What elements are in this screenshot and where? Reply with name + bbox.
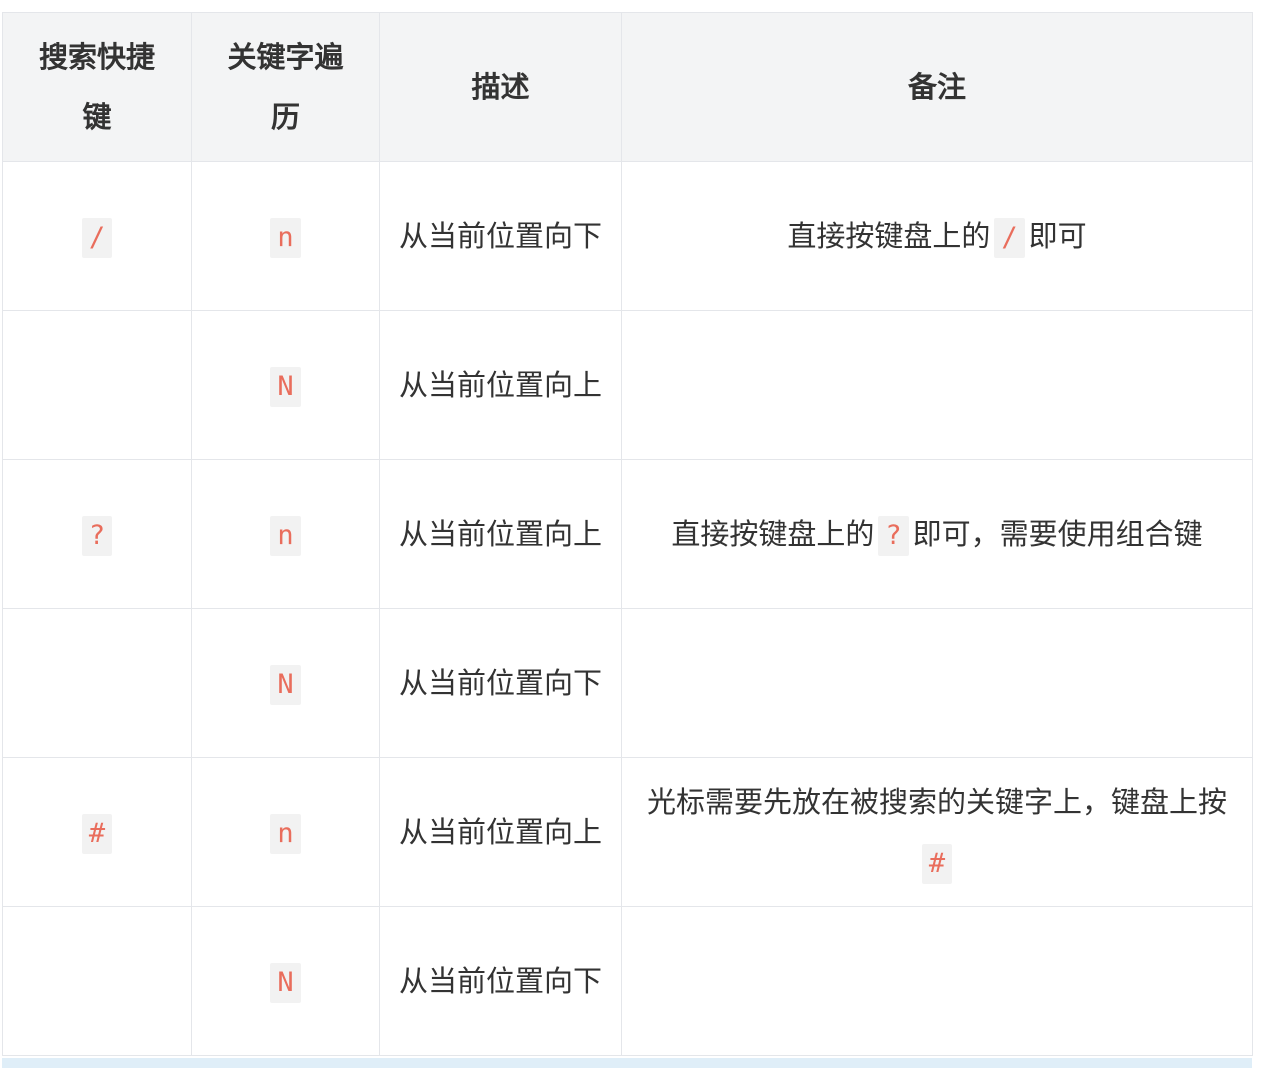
- table-header: 搜索快捷键 关键字遍历 描述 备注: [2, 12, 1253, 162]
- note-code: #: [921, 844, 953, 884]
- note-text-after: 即可，需要使用组合键: [912, 517, 1203, 551]
- header-shortcut: 搜索快捷键: [2, 12, 192, 162]
- description-cell: 从当前位置向下: [379, 906, 622, 1056]
- table-row: # n 从当前位置向上 光标需要先放在被搜索的关键字上，键盘上按 #: [2, 757, 1253, 907]
- note-cell: [621, 310, 1253, 460]
- note-cell: 光标需要先放在被搜索的关键字上，键盘上按 #: [621, 757, 1253, 907]
- description-cell: 从当前位置向下: [379, 161, 622, 311]
- header-row: 搜索快捷键 关键字遍历 描述 备注: [2, 12, 1253, 162]
- description-cell: 从当前位置向下: [379, 608, 622, 758]
- note-cell: 直接按键盘上的? 即可，需要使用组合键: [621, 459, 1253, 609]
- note-text-after: 即可: [1028, 219, 1087, 253]
- traverse-code: n: [270, 516, 301, 556]
- table-body: / n 从当前位置向下 直接按键盘上的 / 即可 N 从当前位置向上 ? n 从当前…: [2, 161, 1253, 1056]
- note-text: 直接按键盘上的: [787, 219, 991, 253]
- traverse-code: n: [270, 218, 301, 258]
- horizontal-scrollbar[interactable]: [2, 1058, 1252, 1068]
- shortcut-table-container: 搜索快捷键 关键字遍历 描述 备注 / n 从当前位置向下 直接按键盘上的 / 即可…: [2, 12, 1253, 1056]
- traverse-cell: N: [191, 906, 380, 1056]
- shortcut-cell: [2, 310, 192, 460]
- header-description: 描述: [379, 12, 622, 162]
- shortcut-code: #: [81, 814, 113, 854]
- shortcut-cell: #: [2, 757, 192, 907]
- header-traverse: 关键字遍历: [191, 12, 380, 162]
- traverse-cell: n: [191, 161, 380, 311]
- note-cell: [621, 608, 1253, 758]
- shortcut-cell: ?: [2, 459, 192, 609]
- traverse-cell: N: [191, 608, 380, 758]
- traverse-cell: n: [191, 459, 380, 609]
- traverse-code: N: [270, 665, 301, 705]
- traverse-code: n: [270, 814, 301, 854]
- traverse-cell: n: [191, 757, 380, 907]
- table-row: ? n 从当前位置向上 直接按键盘上的? 即可，需要使用组合键: [2, 459, 1253, 609]
- header-note: 备注: [621, 12, 1253, 162]
- shortcut-cell: [2, 608, 192, 758]
- shortcut-code: /: [81, 218, 113, 258]
- note-code: ?: [878, 516, 909, 556]
- shortcut-cell: [2, 906, 192, 1056]
- description-cell: 从当前位置向上: [379, 310, 622, 460]
- note-text: 光标需要先放在被搜索的关键字上，键盘上按: [646, 785, 1227, 819]
- traverse-code: N: [270, 367, 301, 407]
- shortcut-code: ?: [81, 516, 113, 556]
- description-cell: 从当前位置向上: [379, 459, 622, 609]
- description-cell: 从当前位置向上: [379, 757, 622, 907]
- note-cell: 直接按键盘上的 / 即可: [621, 161, 1253, 311]
- table-row: N 从当前位置向上: [2, 310, 1253, 460]
- table-row: N 从当前位置向下: [2, 906, 1253, 1056]
- traverse-code: N: [270, 963, 301, 1003]
- table-row: N 从当前位置向下: [2, 608, 1253, 758]
- note-text: 直接按键盘上的: [671, 517, 875, 551]
- shortcut-cell: /: [2, 161, 192, 311]
- note-cell: [621, 906, 1253, 1056]
- note-code: /: [994, 218, 1025, 258]
- search-shortcut-table: 搜索快捷键 关键字遍历 描述 备注 / n 从当前位置向下 直接按键盘上的 / 即可…: [2, 12, 1253, 1056]
- traverse-cell: N: [191, 310, 380, 460]
- table-row: / n 从当前位置向下 直接按键盘上的 / 即可: [2, 161, 1253, 311]
